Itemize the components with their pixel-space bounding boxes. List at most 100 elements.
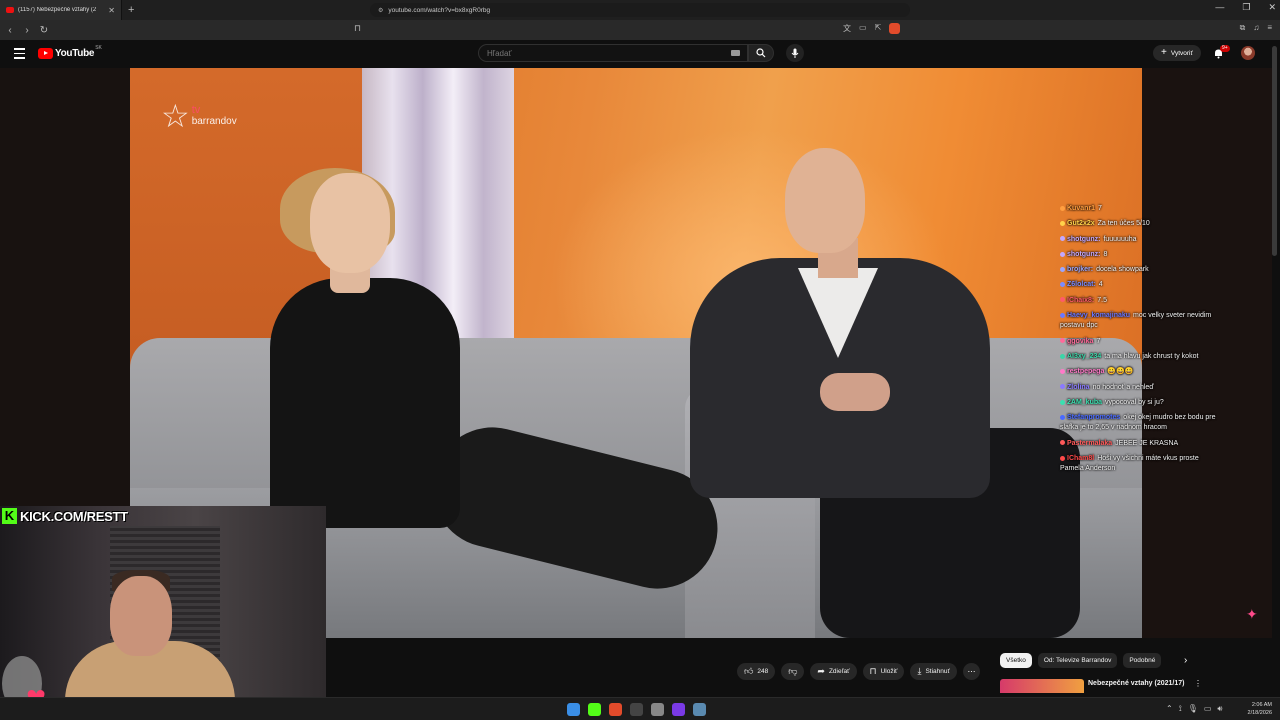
taskbar-apps [567,703,706,716]
chat-message: restpepega 😀😀😀 [1060,367,1220,377]
kick-app-icon[interactable] [588,703,601,716]
chat-username: shotgunz: [1067,250,1101,258]
translate-icon[interactable]: 文 [843,23,851,34]
system-tray: ⌃ ⟟ 🎙︎ ▭ 🔊︎ [1166,704,1222,714]
recommendation-title[interactable]: Nebezpečné vztahy (2021/17) [1088,680,1185,687]
chat-text: 8 [1103,250,1108,258]
like-button[interactable]: 👍︎ 248 [737,663,776,680]
bookmark-icon[interactable]: ⊓ [354,23,361,34]
chat-text: fuuuuuuha [1103,235,1137,243]
video-actions: 👍︎ 248 👎︎ ➦ Zdieľať ⊓ Uložiť ⤓ Stiahnuť … [737,663,980,680]
menu-icon[interactable]: ≡ [1267,23,1272,33]
overlay-corner-logo-icon: ✦ [1246,606,1258,622]
chat-badge-icon [1060,384,1065,390]
chat-message: AI3xy_234 ta ma hlavu jak chrust ty kokot [1060,352,1220,362]
chat-username: 2AM_kuba [1067,398,1103,406]
watermark-text: tv barrandov [191,104,237,128]
browser-tab[interactable]: (1157) Nebezpečné vztahy (2 ✕ [0,0,122,20]
brave-app-icon[interactable] [609,703,622,716]
dislike-button[interactable]: 👎︎ [781,663,805,680]
recommendation-menu-icon[interactable]: ⋮ [1194,679,1202,688]
back-icon[interactable]: ‹ [3,25,17,36]
voice-search-button[interactable] [786,44,804,62]
reload-icon[interactable]: ↻ [37,25,51,36]
filter-chip[interactable]: Podobné [1123,653,1162,668]
chat-badge-icon [1060,440,1065,446]
youtube-logo[interactable]: YouTube SK [38,45,102,59]
search-input[interactable]: Hľadať [478,44,748,62]
close-window-icon[interactable]: ✕ [1268,2,1276,13]
chat-message: Pastermalaka JEBEE JE KRASNA [1060,439,1220,449]
chat-badge-icon [1060,282,1065,288]
chat-message: ICham8l Hoši vy všichni máte vkus proste … [1060,454,1220,475]
chat-text: Za ten účes 5/10 [1097,220,1150,228]
more-actions-button[interactable]: ⋯ [962,663,980,680]
tray-arrow-icon[interactable]: ⌃ [1166,704,1173,714]
account-avatar[interactable] [1241,46,1255,60]
site-info-icon[interactable]: ⚙ [378,7,383,14]
new-tab-icon[interactable]: + [128,4,134,16]
chat-username: Stefanpromotes [1067,414,1121,422]
mic-icon [791,48,799,58]
chat-message: shotgunz: fuuuuuuha [1060,235,1220,245]
forward-icon[interactable]: › [20,25,34,36]
monitor-icon[interactable]: ▭ [1204,704,1212,714]
filter-chip[interactable]: Všetko [1000,653,1032,668]
cast-icon[interactable]: ▭ [859,23,867,34]
terminal-app-icon[interactable] [630,703,643,716]
close-tab-icon[interactable]: ✕ [108,6,115,15]
filter-chip[interactable]: Od: Televize Barrandov [1037,653,1118,668]
share-page-icon[interactable]: ⇱ [875,23,882,34]
chat-username: ggovika [1067,337,1094,345]
media-icon[interactable]: ♫ [1253,23,1259,33]
logo-region: SK [95,45,102,51]
search-icon [756,48,766,58]
start-icon[interactable] [567,703,580,716]
chat-badge-icon [1060,455,1065,461]
chat-username: AI3xy_234 [1067,352,1102,360]
youtube-header: YouTube SK Hľadať + Vytvoriť 9+ [0,40,1280,68]
minimize-icon[interactable]: — [1215,2,1224,13]
clock-date: 2/18/2026 [1247,710,1272,716]
chat-message: shotgunz: 8 [1060,250,1220,260]
man-head [785,148,865,253]
chat-text: 7 [1096,337,1101,345]
chat-message: IChaix8: 7.5 [1060,296,1220,306]
chat-message: 2AM_kuba vypocoval by si ju? [1060,398,1220,408]
chat-text: 7.5 [1097,296,1107,304]
guide-menu-icon[interactable] [14,48,25,62]
taskbar-clock[interactable]: 2:06 AM 2/18/2026 [1240,701,1272,717]
extensions-icon[interactable]: ⧉ [1240,23,1246,33]
twitch-app-icon[interactable] [672,703,685,716]
chat-username: Z6lolcat: [1067,281,1096,289]
save-button[interactable]: ⊓ Uložiť [862,663,905,680]
watermark-tv: tv [191,104,201,116]
stream-chat-overlay: Kuvanr1 7 Gut2x2x Za ten účes 5/10 shotgunz:… [1060,204,1220,480]
chat-text: 😀😀😀 [1107,368,1134,376]
network-icon[interactable]: ⟟ [1179,704,1182,714]
logo-text: YouTube [55,48,95,59]
obs-app-icon[interactable] [651,703,664,716]
chat-text: ta ma hlavu jak chrust ty kokot [1104,352,1199,360]
url-field[interactable]: ⚙ youtube.com/watch?v=bx8xgR0rbg [370,3,910,17]
chat-badge-icon [1060,266,1065,272]
keyboard-icon[interactable] [731,50,740,56]
chat-text: docela showpark [1096,266,1149,274]
maximize-icon[interactable]: ❐ [1242,2,1250,13]
chat-badge-icon [1060,205,1065,211]
chevron-right-icon[interactable]: › [1184,655,1187,666]
volume-icon[interactable]: 🔊︎ [1217,704,1222,714]
mic-tray-icon[interactable]: 🎙︎ [1188,704,1198,714]
search-button[interactable] [748,44,774,62]
tab-title: (1157) Nebezpečné vztahy (2 [18,7,97,13]
recommendation-thumbnail[interactable] [1000,679,1084,693]
kick-banner: K KICK.COM/RESTT [2,507,128,525]
page-scrollbar[interactable] [1272,46,1277,256]
brave-shield-icon[interactable] [889,23,901,34]
create-button[interactable]: + Vytvoriť [1153,45,1201,61]
app-icon[interactable] [693,703,706,716]
download-button[interactable]: ⤓ Stiahnuť [910,663,957,680]
share-button[interactable]: ➦ Zdieľať [810,663,857,680]
chat-badge-icon [1060,236,1065,242]
share-icon: ➦ [817,666,825,676]
